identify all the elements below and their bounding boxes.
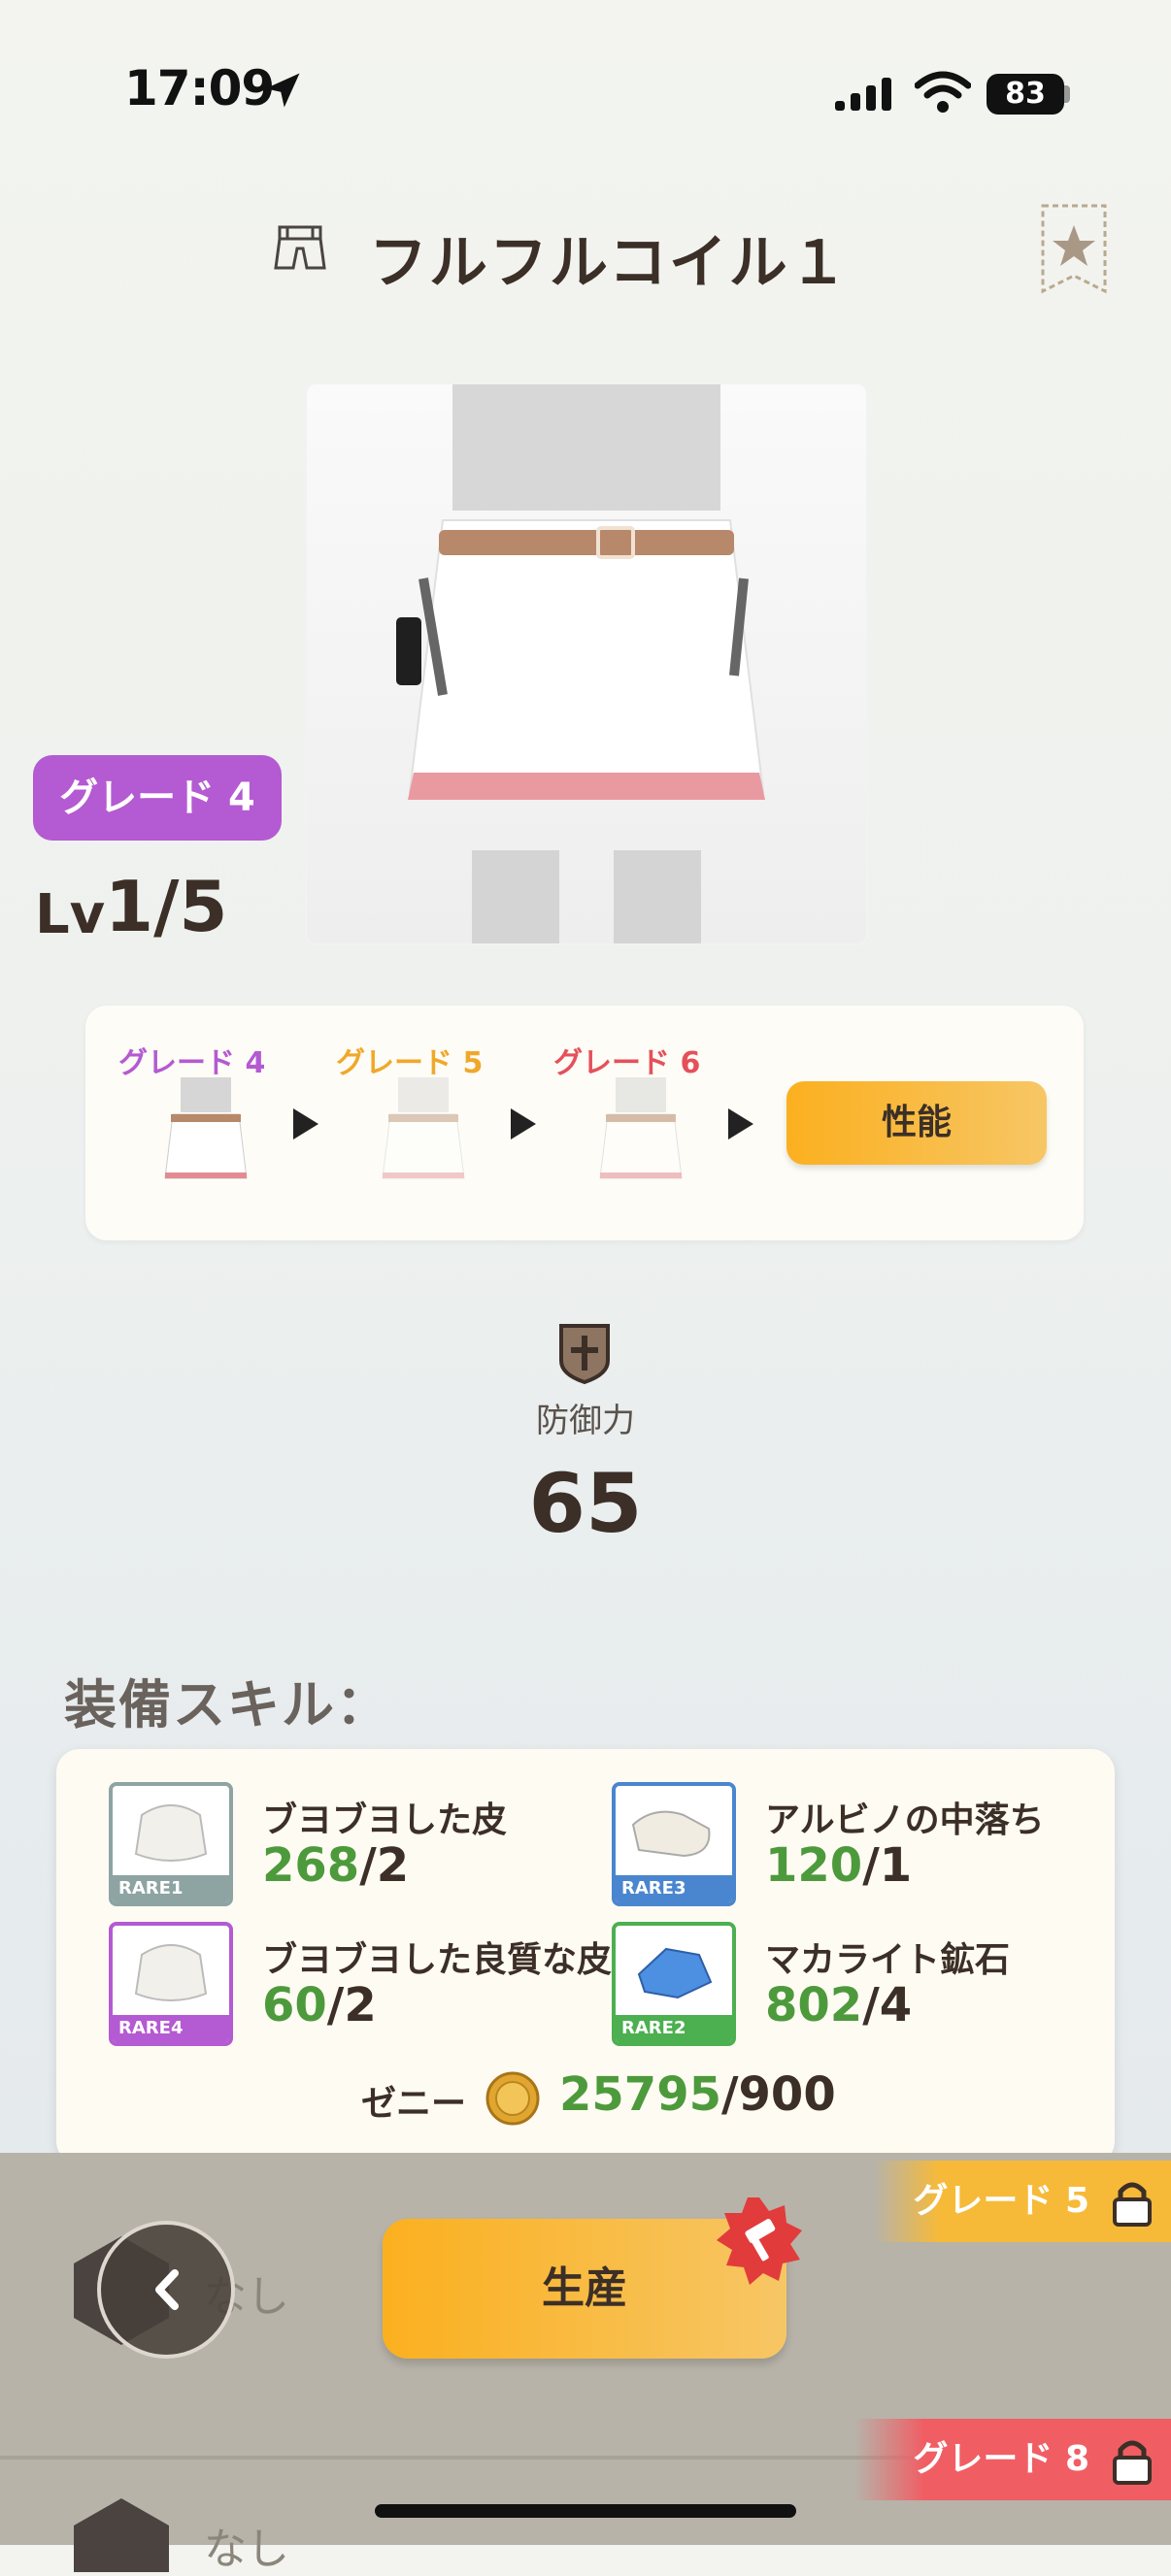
path-step-label: グレード 5 xyxy=(336,1046,484,1080)
material-thumbnail[interactable]: RARE2 xyxy=(612,1922,736,2046)
grade-5-tier-tag: グレード 5 xyxy=(874,2161,1171,2242)
ore-icon xyxy=(637,1947,713,1999)
equipment-skills-heading: 装備スキル： xyxy=(64,1674,390,1735)
grade-5-thumbnail[interactable] xyxy=(363,1077,484,1202)
material-name: ブヨブヨした良質な皮 xyxy=(262,1940,613,1980)
armor-preview-image xyxy=(305,382,868,945)
grade-6-thumbnail[interactable] xyxy=(581,1077,701,1202)
hammer-icon xyxy=(717,2197,802,2285)
rarity-label: RARE1 xyxy=(113,1875,229,1902)
level-prefix: Lv xyxy=(35,883,106,946)
lock-icon xyxy=(1113,2440,1152,2485)
arrow-right-icon xyxy=(293,1108,318,1139)
item-title: フルフルコイル１ xyxy=(369,229,850,297)
battery-tip xyxy=(1064,85,1070,103)
grade-8-tier-tag: グレード 8 xyxy=(854,2419,1171,2500)
arrow-right-icon xyxy=(728,1108,753,1139)
home-indicator xyxy=(375,2504,796,2518)
zeny-label: ゼニー xyxy=(361,2084,467,2124)
defense-value: 65 xyxy=(528,1456,643,1551)
hide-icon xyxy=(134,1804,208,1862)
location-arrow-icon xyxy=(265,73,300,108)
material-name: アルビノの中落ち xyxy=(765,1800,1045,1840)
grade-badge: グレード 4 xyxy=(33,755,282,841)
material-name: マカライト鉱石 xyxy=(765,1940,1011,1980)
tier-label: グレード 5 xyxy=(913,2181,1089,2221)
rarity-label: RARE4 xyxy=(113,2015,229,2042)
material-quantity: 60/2 xyxy=(262,1978,377,2032)
material-quantity: 802/4 xyxy=(765,1978,913,2032)
grade-4-thumbnail[interactable] xyxy=(146,1077,266,1202)
hide-icon xyxy=(134,1944,208,2001)
tier-label: グレード 8 xyxy=(913,2439,1089,2479)
waist-armor-icon xyxy=(274,225,326,270)
material-quantity: 268/2 xyxy=(262,1838,410,1893)
performance-button[interactable]: 性能 xyxy=(786,1081,1047,1165)
path-step-label: グレード 6 xyxy=(553,1046,701,1080)
material-thumbnail[interactable]: RARE4 xyxy=(109,1922,233,2046)
material-quantity: 120/1 xyxy=(765,1838,913,1893)
skirt-illustration xyxy=(396,384,765,943)
wifi-icon xyxy=(915,71,971,113)
zeny-coin-icon xyxy=(485,2071,540,2126)
chevron-left-icon xyxy=(155,2269,179,2310)
star-bookmark-icon[interactable] xyxy=(1039,202,1109,295)
zeny-quantity: 25795/900 xyxy=(559,2067,836,2122)
status-time: 17:09 xyxy=(124,60,275,116)
back-button[interactable] xyxy=(97,2221,235,2359)
lock-icon xyxy=(1113,2182,1152,2227)
decoration-slot-icon xyxy=(74,2498,169,2572)
decoration-slot-label: なし xyxy=(204,2525,289,2574)
rarity-label: RARE2 xyxy=(616,2015,732,2042)
material-thumbnail[interactable]: RARE1 xyxy=(109,1782,233,1906)
rarity-label: RARE3 xyxy=(616,1875,732,1902)
path-step-label: グレード 4 xyxy=(118,1046,266,1080)
arrow-right-icon xyxy=(511,1108,536,1139)
material-thumbnail[interactable]: RARE3 xyxy=(612,1782,736,1906)
bone-icon xyxy=(631,1810,711,1858)
cellular-signal-icon xyxy=(835,78,891,111)
shield-icon xyxy=(559,1324,610,1385)
material-name: ブヨブヨした皮 xyxy=(262,1800,508,1840)
level-value: 1/5 xyxy=(105,866,228,947)
defense-label: 防御力 xyxy=(536,1402,635,1440)
battery-indicator: 83 xyxy=(987,74,1064,115)
